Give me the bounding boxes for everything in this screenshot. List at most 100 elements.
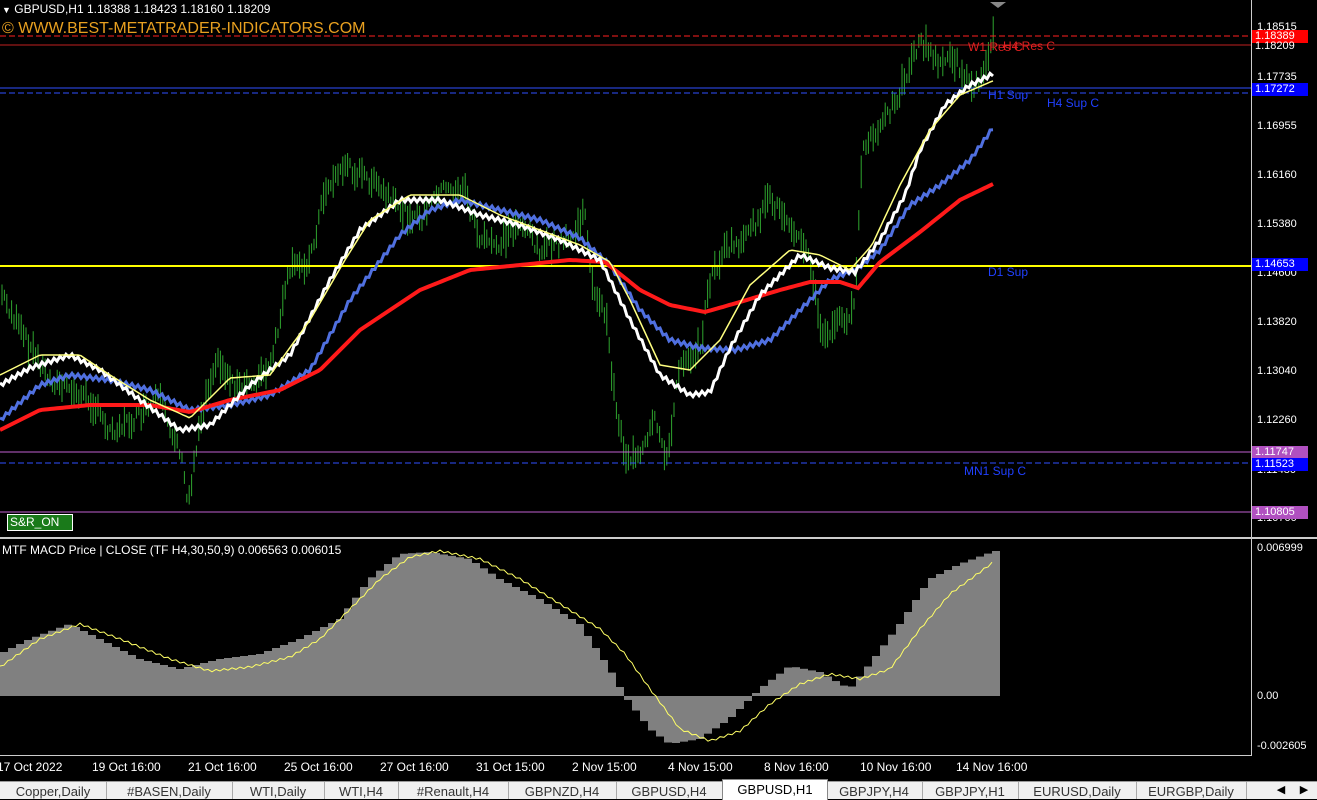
macd-hist-bar <box>80 631 88 696</box>
price-tick-label: 1.17735 <box>1257 71 1297 83</box>
macd-hist-bar <box>152 663 160 696</box>
macd-hist-bar <box>120 651 128 696</box>
tab-wti-h4[interactable]: WTI,H4 <box>324 782 399 799</box>
macd-hist-bar <box>936 574 944 696</box>
macd-chart[interactable] <box>0 539 1252 755</box>
h4-res-label: H4 Res C <box>1003 39 1056 53</box>
macd-hist-bar <box>176 669 184 696</box>
sr-toggle-button[interactable]: S&R_ON <box>7 514 73 531</box>
macd-hist-bar <box>912 600 920 696</box>
macd-hist-bar <box>616 687 624 696</box>
macd-hist-bar <box>952 566 960 696</box>
macd-hist-bar <box>144 661 152 696</box>
macd-hist-bar <box>864 666 872 696</box>
macd-axis-top: 0.006999 <box>1257 542 1303 554</box>
macd-axis-zero: 0.00 <box>1257 690 1279 702</box>
macd-hist-bar <box>440 554 448 696</box>
macd-hist-bar <box>248 655 256 696</box>
macd-hist-bar <box>136 659 144 696</box>
macd-hist-bar <box>896 624 904 696</box>
price-tick-label: 1.16955 <box>1257 120 1297 132</box>
tab-basen-daily[interactable]: #BASEN,Daily <box>106 782 233 799</box>
tab-eurusd-daily[interactable]: EURUSD,Daily <box>1018 782 1137 799</box>
macd-hist-bar <box>760 685 768 696</box>
symbol-header: ▼ GBPUSD,H1 1.18388 1.18423 1.18160 1.18… <box>2 2 270 16</box>
price-badge: 1.17272 <box>1252 83 1308 96</box>
macd-hist-bar <box>184 667 192 696</box>
macd-hist-bar <box>776 673 784 696</box>
tab-copper-daily[interactable]: Copper,Daily <box>0 782 107 799</box>
tab-gbpjpy-h4[interactable]: GBPJPY,H4 <box>826 782 923 799</box>
time-tick-label: 10 Nov 16:00 <box>860 760 932 774</box>
macd-hist-bar <box>336 619 344 696</box>
macd-hist-bar <box>920 588 928 696</box>
price-chart[interactable] <box>0 0 1252 537</box>
time-tick-label: 21 Oct 16:00 <box>188 760 257 774</box>
macd-hist-bar <box>64 624 72 696</box>
macd-hist-bar <box>720 696 728 723</box>
macd-hist-bar <box>192 665 200 696</box>
macd-hist-bar <box>528 595 536 696</box>
tab-gbpnzd-h4[interactable]: GBPNZD,H4 <box>508 782 617 799</box>
macd-hist-bar <box>568 619 576 696</box>
tab-renault-h4[interactable]: #Renault,H4 <box>398 782 509 799</box>
macd-hist-bar <box>784 667 792 696</box>
time-tick-label: 25 Oct 16:00 <box>284 760 353 774</box>
macd-hist-bar <box>168 667 176 696</box>
macd-hist-bar <box>696 696 704 739</box>
price-tick-label: 1.16160 <box>1257 169 1297 181</box>
price-tick-label: 1.13820 <box>1257 316 1297 328</box>
macd-hist-bar <box>688 696 696 741</box>
tab-eurgbp-daily[interactable]: EURGBP,Daily <box>1136 782 1247 799</box>
tab-scroll-left-button[interactable]: ◀ <box>1270 782 1292 799</box>
macd-hist-bar <box>888 634 896 696</box>
macd-hist-bar <box>800 668 808 696</box>
macd-hist-bar <box>496 579 504 696</box>
macd-hist-bar <box>656 696 664 737</box>
macd-hist-bar <box>256 654 264 696</box>
macd-hist-bar <box>808 670 816 696</box>
macd-hist-bar <box>96 639 104 696</box>
macd-hist-bar <box>728 696 736 717</box>
macd-hist-bar <box>536 599 544 696</box>
macd-hist-bar <box>824 676 832 696</box>
watermark-text: © WWW.BEST-METATRADER-INDICATORS.COM <box>2 20 366 37</box>
symbol-quote: GBPUSD,H1 1.18388 1.18423 1.18160 1.1820… <box>14 2 271 16</box>
time-tick-label: 4 Nov 15:00 <box>668 760 733 774</box>
macd-label: MTF MACD Price | CLOSE (TF H4,30,50,9) 0… <box>2 543 342 557</box>
tab-gbpjpy-h1[interactable]: GBPJPY,H1 <box>922 782 1019 799</box>
macd-hist-bar <box>600 660 608 696</box>
macd-hist-bar <box>112 647 120 696</box>
macd-hist-bar <box>992 551 1000 696</box>
macd-hist-bar <box>392 557 400 696</box>
macd-hist-bar <box>680 696 688 742</box>
macd-hist-bar <box>344 608 352 696</box>
macd-hist-bar <box>880 645 888 696</box>
macd-hist-bar <box>512 587 520 696</box>
tab-wti-daily[interactable]: WTI,Daily <box>232 782 325 799</box>
macd-hist-bar <box>488 573 496 696</box>
macd-hist-bar <box>208 661 216 696</box>
macd-hist-bar <box>0 652 8 696</box>
macd-hist-bar <box>16 644 24 696</box>
macd-hist-bar <box>592 648 600 696</box>
macd-hist-bar <box>288 642 296 696</box>
price-badge: 1.11523 <box>1252 458 1308 471</box>
tab-gbpusd-h1[interactable]: GBPUSD,H1 <box>722 779 828 800</box>
macd-hist-bar <box>272 648 280 696</box>
ma-blue-line <box>0 128 994 422</box>
macd-hist-bar <box>352 597 360 696</box>
dropdown-triangle-icon[interactable]: ▼ <box>2 5 11 15</box>
price-badge: 1.18209 <box>1255 40 1295 52</box>
macd-hist-bar <box>408 553 416 696</box>
macd-hist-bar <box>32 636 40 696</box>
macd-hist-bar <box>848 686 856 696</box>
macd-hist-bar <box>456 557 464 696</box>
macd-hist-bar <box>48 630 56 696</box>
d1-sup-label: D1 Sup <box>988 265 1029 279</box>
macd-hist-bar <box>264 651 272 696</box>
tab-gbpusd-h4[interactable]: GBPUSD,H4 <box>616 782 723 799</box>
tab-scroll-right-button[interactable]: ▶ <box>1293 782 1315 799</box>
price-tick-label: 1.15380 <box>1257 218 1297 230</box>
macd-hist-bar <box>224 658 232 696</box>
